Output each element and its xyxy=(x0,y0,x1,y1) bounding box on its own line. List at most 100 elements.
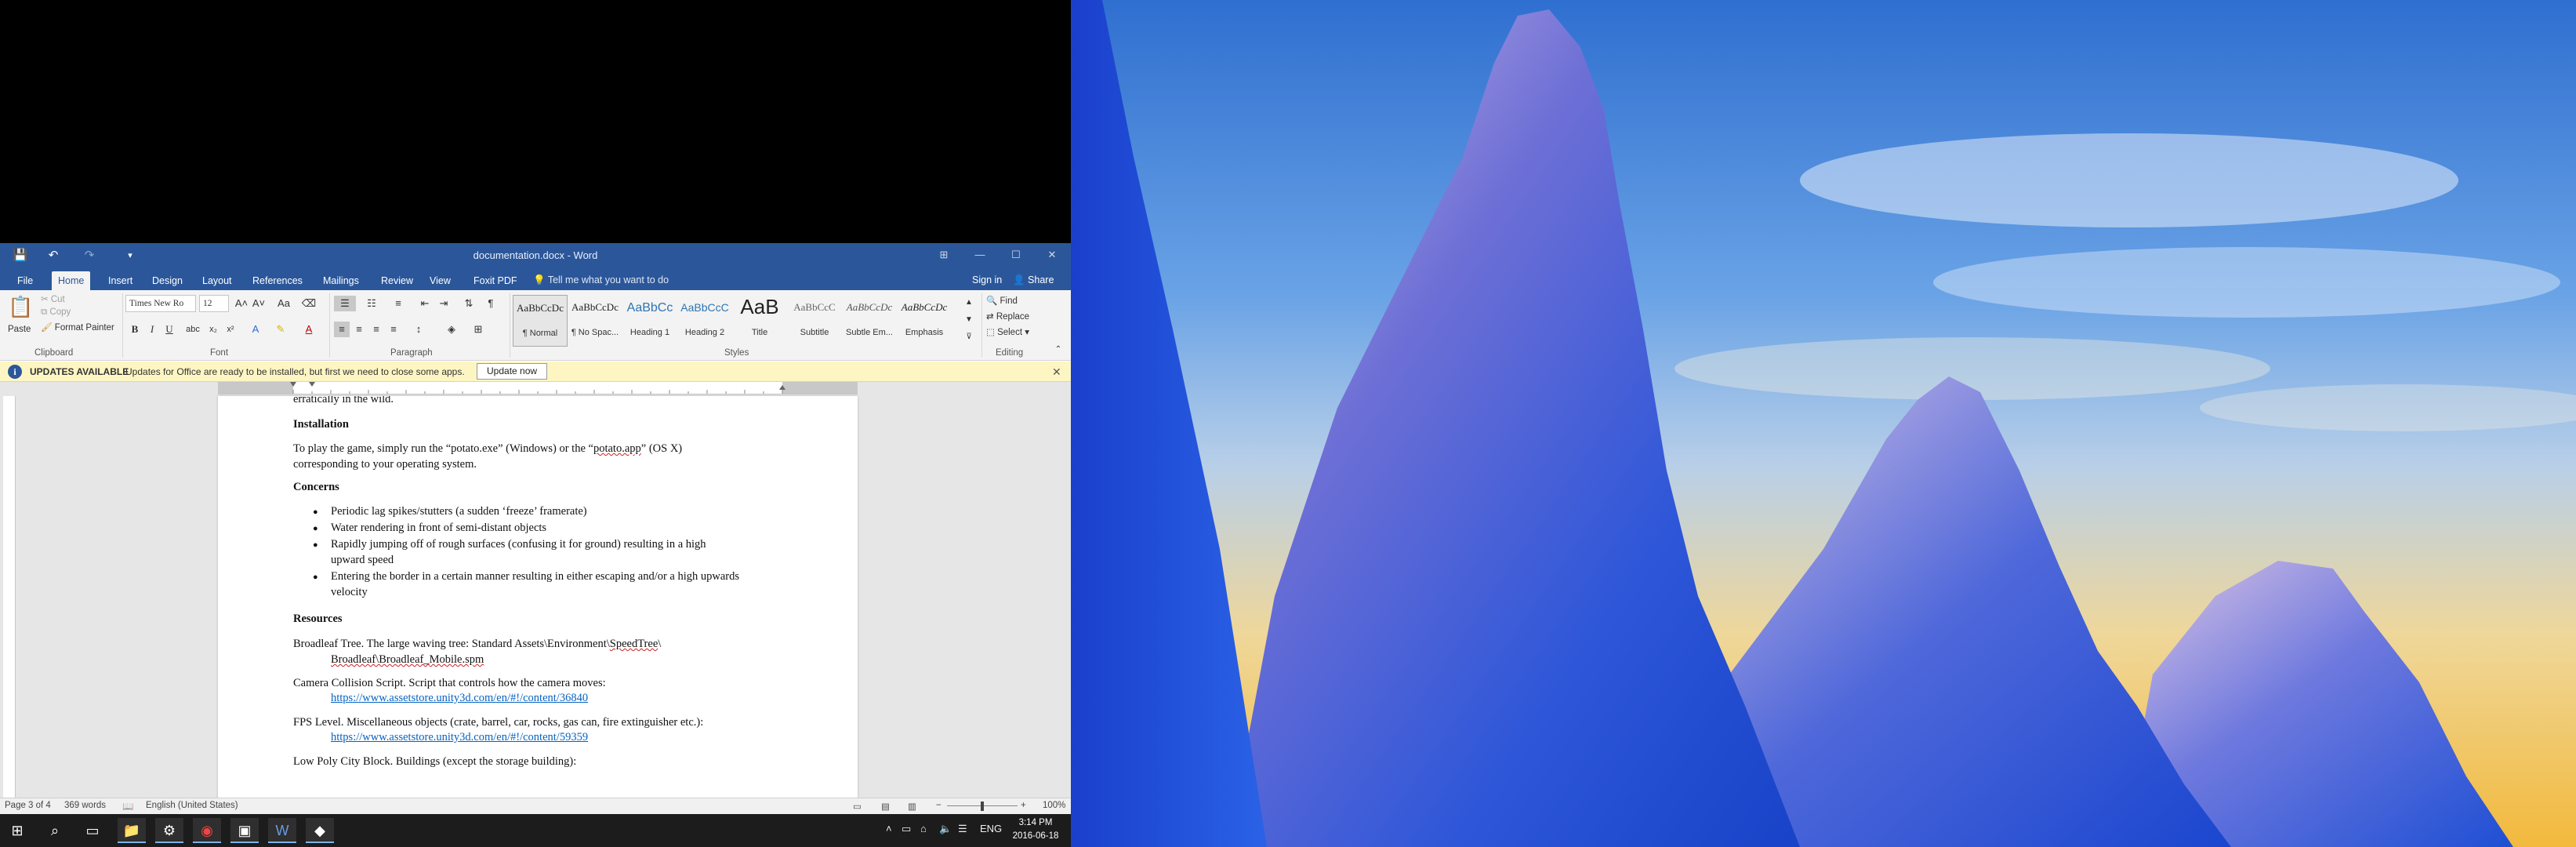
zoom-level[interactable]: 100% xyxy=(1043,801,1065,810)
style-heading-2[interactable]: AaBbCcC Heading 2 xyxy=(677,295,732,347)
styles-scroll-down-icon[interactable]: ▼ xyxy=(961,312,977,328)
close-icon[interactable]: ✕ xyxy=(1052,365,1061,379)
app-window-icon[interactable]: ▣ xyxy=(230,818,259,843)
justify-icon[interactable]: ≡ xyxy=(386,322,401,337)
bullets-icon[interactable]: ☰ xyxy=(334,296,356,311)
multilevel-list-icon[interactable]: ≡ xyxy=(387,296,409,311)
word-icon[interactable]: W xyxy=(268,818,296,843)
style-no-spacing[interactable]: AaBbCcDc ¶ No Spac... xyxy=(568,295,622,347)
search-icon[interactable]: ⌕ xyxy=(41,818,69,843)
select-button[interactable]: ⬚ Select ▾ xyxy=(986,326,1029,337)
vertical-ruler[interactable] xyxy=(3,396,16,798)
shrink-font-icon[interactable]: A˅ xyxy=(251,296,267,311)
minimize-button[interactable]: — xyxy=(967,246,992,264)
document-page[interactable]: erratically in the wild. Installation To… xyxy=(218,396,858,798)
chrome-icon[interactable]: ◉ xyxy=(193,818,221,843)
font-size-box[interactable]: 12 xyxy=(199,295,229,312)
tab-references[interactable]: References xyxy=(246,271,309,290)
word-count[interactable]: 369 words xyxy=(64,801,106,810)
hyperlink[interactable]: https://www.assetstore.unity3d.com/en/#!… xyxy=(331,692,588,705)
text-effects-icon[interactable]: A xyxy=(248,322,263,337)
style-normal[interactable]: AaBbCcDc ¶ Normal xyxy=(513,295,568,347)
copy-button[interactable]: ⧉ Copy xyxy=(41,307,71,318)
style-title[interactable]: AaB Title xyxy=(732,295,787,347)
zoom-in-icon[interactable]: + xyxy=(1021,801,1026,810)
start-windows-icon[interactable]: ⊞ xyxy=(3,818,31,843)
proofing-icon[interactable]: 📖 xyxy=(122,801,133,812)
unity-icon[interactable]: ◆ xyxy=(306,818,334,843)
language-status[interactable]: English (United States) xyxy=(146,801,238,810)
tab-insert[interactable]: Insert xyxy=(102,271,139,290)
align-left-icon[interactable]: ≡ xyxy=(334,322,350,337)
tab-design[interactable]: Design xyxy=(146,271,189,290)
find-button[interactable]: 🔍 Find xyxy=(986,295,1018,306)
line-spacing-icon[interactable]: ↕ xyxy=(411,322,426,337)
tab-file[interactable]: File xyxy=(11,271,39,290)
steam-icon[interactable]: ⚙ xyxy=(155,818,183,843)
page-count[interactable]: Page 3 of 4 xyxy=(5,801,51,810)
strikethrough-icon[interactable]: abc xyxy=(185,322,201,337)
borders-icon[interactable]: ⊞ xyxy=(470,322,486,337)
italic-button[interactable]: I xyxy=(144,322,160,337)
paste-icon[interactable]: 📋 xyxy=(8,295,33,319)
format-painter-button[interactable]: 🖌 Format Painter xyxy=(41,322,114,333)
sort-icon[interactable]: ⇅ xyxy=(461,296,477,311)
paste-button-label[interactable]: Paste xyxy=(8,325,31,334)
increase-indent-icon[interactable]: ⇥ xyxy=(436,296,452,311)
hyperlink[interactable]: https://www.assetstore.unity3d.com/en/#!… xyxy=(331,731,588,744)
file-explorer-icon[interactable]: 📁 xyxy=(118,818,146,843)
read-mode-icon[interactable]: ▭ xyxy=(853,801,862,812)
horizontal-ruler[interactable] xyxy=(218,382,858,394)
task-view-icon[interactable]: ▭ xyxy=(78,818,107,843)
input-language[interactable]: ENG xyxy=(980,823,1002,834)
maximize-button[interactable]: ☐ xyxy=(1003,246,1029,264)
change-case-icon[interactable]: Aa xyxy=(276,296,292,311)
cut-button[interactable]: ✂ Cut xyxy=(41,293,65,304)
replace-button[interactable]: ⇄ Replace xyxy=(986,311,1029,322)
battery-icon[interactable]: ▭ xyxy=(902,823,911,835)
web-layout-icon[interactable]: ▥ xyxy=(908,801,916,812)
highlight-icon[interactable]: ✎ xyxy=(273,322,288,337)
zoom-out-icon[interactable]: − xyxy=(936,801,942,810)
collapse-ribbon-icon[interactable]: ⌃ xyxy=(1050,342,1066,358)
show-formatting-icon[interactable]: ¶ xyxy=(483,296,499,311)
tab-view[interactable]: View xyxy=(423,271,457,290)
font-color-icon[interactable]: A xyxy=(301,322,317,337)
style-subtitle[interactable]: AaBbCcC Subtitle xyxy=(787,295,842,347)
tray-chevron-up-icon[interactable]: ˄ xyxy=(886,823,892,834)
tab-layout[interactable]: Layout xyxy=(196,271,238,290)
tab-foxit-pdf[interactable]: Foxit PDF xyxy=(467,271,524,290)
update-now-button[interactable]: Update now xyxy=(477,363,548,380)
sign-in-link[interactable]: Sign in xyxy=(972,274,1002,285)
font-name-box[interactable]: Times New Ro xyxy=(125,295,196,312)
ribbon-display-options-icon[interactable]: ⊞ xyxy=(931,246,956,264)
tab-home[interactable]: Home xyxy=(52,271,91,290)
bold-button[interactable]: B xyxy=(127,322,143,337)
print-layout-icon[interactable]: ▤ xyxy=(881,801,890,812)
style-emphasis[interactable]: AaBbCcDc Emphasis xyxy=(897,295,952,347)
close-button[interactable]: ✕ xyxy=(1039,246,1065,264)
superscript-icon[interactable]: x² xyxy=(223,322,238,337)
tab-review[interactable]: Review xyxy=(375,271,419,290)
shading-icon[interactable]: ◈ xyxy=(444,322,459,337)
subscript-icon[interactable]: x₂ xyxy=(205,322,221,337)
zoom-slider-thumb[interactable] xyxy=(981,802,984,811)
network-icon[interactable]: ⌂ xyxy=(920,823,927,834)
align-center-icon[interactable]: ≡ xyxy=(351,322,367,337)
notifications-icon[interactable]: ☰ xyxy=(958,823,967,835)
decrease-indent-icon[interactable]: ⇤ xyxy=(417,296,433,311)
clear-formatting-icon[interactable]: ⌫ xyxy=(301,296,317,311)
tell-me-box[interactable]: 💡 Tell me what you want to do xyxy=(533,274,669,286)
volume-icon[interactable]: 🔈 xyxy=(939,823,952,835)
styles-more-icon[interactable]: ⊽ xyxy=(961,329,977,345)
clock[interactable]: 3:14 PM 2016-06-18 xyxy=(1010,816,1061,843)
align-right-icon[interactable]: ≡ xyxy=(368,322,384,337)
style-subtle-emphasis[interactable]: AaBbCcDc Subtle Em... xyxy=(842,295,897,347)
tab-mailings[interactable]: Mailings xyxy=(317,271,365,290)
style-heading-1[interactable]: AaBbCc Heading 1 xyxy=(622,295,677,347)
share-button[interactable]: 👤 Share xyxy=(1013,274,1054,286)
styles-scroll-up-icon[interactable]: ▲ xyxy=(961,295,977,311)
numbering-icon[interactable]: ☷ xyxy=(361,296,383,311)
underline-button[interactable]: U xyxy=(161,322,177,337)
grow-font-icon[interactable]: A˄ xyxy=(234,296,249,311)
